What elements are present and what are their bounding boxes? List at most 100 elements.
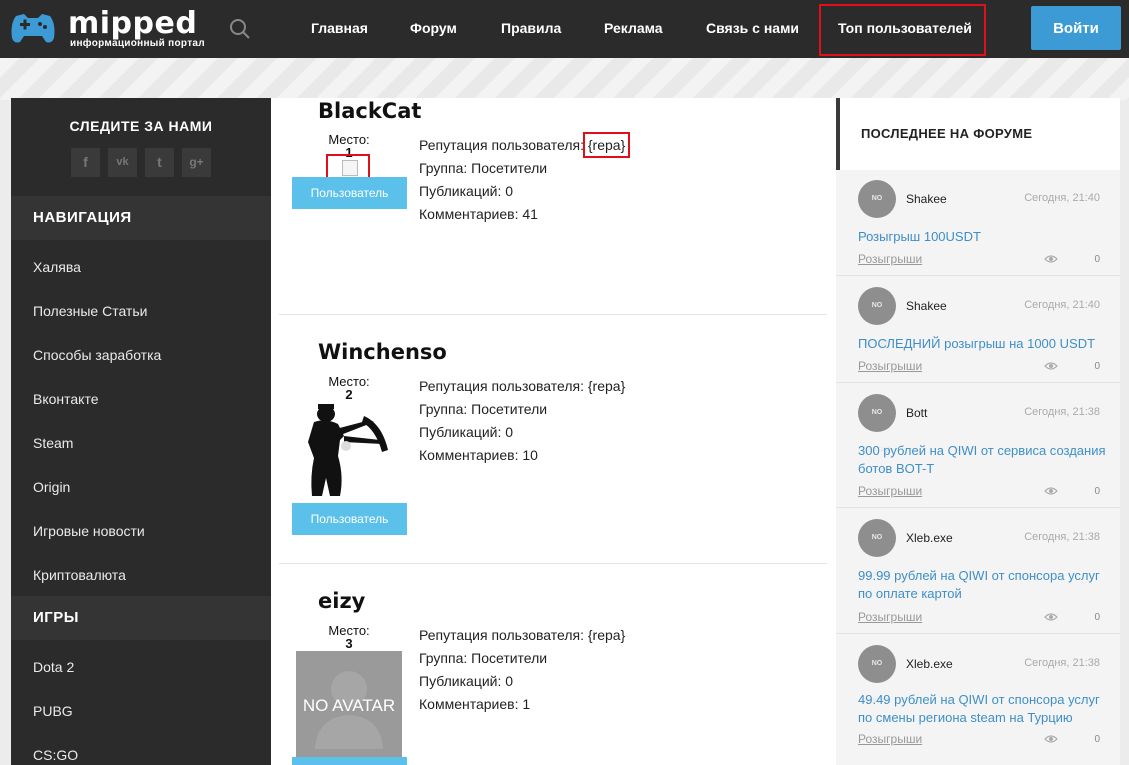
- post-author[interactable]: Shakee: [906, 192, 947, 206]
- eye-icon: [1044, 613, 1058, 621]
- sidebar-item-useful-articles[interactable]: Полезные Статьи: [33, 303, 147, 319]
- logo-text[interactable]: mipped: [68, 6, 197, 41]
- user-reputation: Репутация пользователя: {repa}: [419, 378, 626, 394]
- divider: [279, 314, 827, 315]
- sidebar-item-game-news[interactable]: Игровые новости: [33, 523, 145, 539]
- latest-forum-panel: ПОСЛЕДНЕЕ НА ФОРУМЕ NO AVATAR Shakee Сег…: [836, 98, 1120, 765]
- forum-post: NO AVATAR Shakee Сегодня, 21:40 ПОСЛЕДНИ…: [836, 277, 1120, 383]
- post-category[interactable]: Розыгрыши: [858, 610, 922, 624]
- user-name[interactable]: BlackCat: [318, 99, 421, 123]
- post-views: 0: [1094, 254, 1100, 265]
- eye-icon: [1044, 362, 1058, 370]
- post-category[interactable]: Розыгрыши: [858, 359, 922, 373]
- follow-us-title: СЛЕДИТЕ ЗА НАМИ: [69, 118, 213, 134]
- avatar[interactable]: NO AVATAR: [858, 180, 896, 240]
- post-views: 0: [1094, 734, 1100, 745]
- sidebar-item-freebies[interactable]: Халява: [33, 259, 81, 275]
- post-time: Сегодня, 21:40: [1024, 299, 1100, 311]
- post-title[interactable]: 300 рублей на QIWI от сервиса создания б…: [858, 442, 1108, 478]
- user-comments: Комментариев: 1: [419, 696, 531, 712]
- no-avatar-text: NO AVATAR: [302, 696, 396, 715]
- forum-post: NO AVATAR Xleb.exe Сегодня, 21:38 49.49 …: [836, 635, 1120, 765]
- search-icon[interactable]: [229, 18, 251, 40]
- nav-contact[interactable]: Связь с нами: [706, 20, 799, 36]
- user-group-button[interactable]: Пользователь: [292, 757, 407, 765]
- sidebar-item-steam[interactable]: Steam: [33, 435, 73, 451]
- avatar[interactable]: NO AVATAR: [858, 519, 896, 579]
- top-navbar: mipped информационный портал Главная Фор…: [0, 0, 1129, 58]
- nav-home[interactable]: Главная: [311, 20, 368, 36]
- nav-ads[interactable]: Реклама: [604, 20, 663, 36]
- no-avatar-image[interactable]: NO AVATAR: [296, 651, 402, 757]
- avatar[interactable]: NO AVATAR: [858, 287, 896, 347]
- place-number: 3: [345, 636, 353, 651]
- eye-icon: [1044, 487, 1058, 495]
- nav-forum[interactable]: Форум: [410, 20, 457, 36]
- gamepad-logo-icon[interactable]: [10, 12, 56, 46]
- post-category[interactable]: Розыгрыши: [858, 484, 922, 498]
- top-users-list: BlackCat Место: 1 Пользователь Репутация…: [271, 98, 836, 765]
- divider: [279, 563, 827, 564]
- sidebar-item-pubg[interactable]: PUBG: [33, 703, 73, 719]
- post-views: 0: [1094, 486, 1100, 497]
- latest-forum-title: ПОСЛЕДНЕЕ НА ФОРУМЕ: [861, 126, 1033, 141]
- sidebar-item-crypto[interactable]: Криптовалюта: [33, 567, 126, 583]
- highlight-box-top-users: [819, 4, 986, 56]
- eye-icon: [1044, 255, 1058, 263]
- latest-forum-header: ПОСЛЕДНЕЕ НА ФОРУМЕ: [836, 98, 1120, 170]
- games-heading: ИГРЫ: [11, 596, 271, 640]
- post-title[interactable]: 49.49 рублей на QIWI от спонсора услуг п…: [858, 691, 1108, 727]
- user-publications: Публикаций: 0: [419, 673, 514, 689]
- vk-icon[interactable]: vk: [108, 148, 137, 177]
- sidebar-item-earning[interactable]: Способы заработка: [33, 347, 161, 363]
- left-sidebar: СЛЕДИТЕ ЗА НАМИ f vk t g+ НАВИГАЦИЯ Халя…: [11, 98, 271, 765]
- user-comments: Комментариев: 41: [419, 206, 538, 222]
- sidebar-item-origin[interactable]: Origin: [33, 479, 70, 495]
- post-time: Сегодня, 21:38: [1024, 406, 1100, 418]
- avatar[interactable]: NO AVATAR: [858, 394, 896, 454]
- post-time: Сегодня, 21:38: [1024, 531, 1100, 543]
- post-author[interactable]: Xleb.exe: [906, 657, 953, 671]
- post-category[interactable]: Розыгрыши: [858, 732, 922, 746]
- forum-post: NO AVATAR Bott Сегодня, 21:38 300 рублей…: [836, 384, 1120, 508]
- twitter-icon[interactable]: t: [145, 148, 174, 177]
- user-comments: Комментариев: 10: [419, 447, 538, 463]
- post-time: Сегодня, 21:40: [1024, 192, 1100, 204]
- user-name[interactable]: Winchenso: [318, 340, 447, 364]
- forum-post: NO AVATAR Xleb.exe Сегодня, 21:38 99.99 …: [836, 509, 1120, 634]
- forum-post: NO AVATAR Shakee Сегодня, 21:40 Розыгрыш…: [836, 170, 1120, 276]
- eye-icon: [1044, 735, 1058, 743]
- facebook-icon[interactable]: f: [71, 148, 100, 177]
- post-views: 0: [1094, 361, 1100, 372]
- highlight-box-reputation: [583, 132, 630, 158]
- navigation-heading: НАВИГАЦИЯ: [11, 196, 271, 240]
- post-author[interactable]: Bott: [906, 406, 927, 420]
- nav-rules[interactable]: Правила: [501, 20, 561, 36]
- user-group-button[interactable]: Пользователь: [292, 177, 407, 209]
- google-plus-icon[interactable]: g+: [182, 148, 211, 177]
- user-reputation: Репутация пользователя: {repa}: [419, 627, 626, 643]
- post-views: 0: [1094, 612, 1100, 623]
- sidebar-item-dota2[interactable]: Dota 2: [33, 659, 74, 675]
- post-author[interactable]: Shakee: [906, 299, 947, 313]
- post-author[interactable]: Xleb.exe: [906, 531, 953, 545]
- sidebar-item-csgo[interactable]: CS:GO: [33, 747, 78, 763]
- post-title[interactable]: 99.99 рублей на QIWI от спонсора услуг п…: [858, 567, 1108, 603]
- login-button[interactable]: Войти: [1031, 6, 1121, 50]
- post-title[interactable]: Розыгрыш 100USDT: [858, 228, 1108, 246]
- post-category[interactable]: Розыгрыши: [858, 252, 922, 266]
- user-group: Группа: Посетители: [419, 401, 548, 417]
- user-group: Группа: Посетители: [419, 650, 548, 666]
- sidebar-item-vkontakte[interactable]: Вконтакте: [33, 391, 99, 407]
- background-pattern: [0, 58, 1129, 100]
- user-publications: Публикаций: 0: [419, 424, 514, 440]
- post-title[interactable]: ПОСЛЕДНИЙ розыгрыш на 1000 USDT: [858, 335, 1108, 353]
- trombone-player-avatar[interactable]: [304, 396, 394, 502]
- user-group: Группа: Посетители: [419, 160, 548, 176]
- post-time: Сегодня, 21:38: [1024, 657, 1100, 669]
- avatar[interactable]: NO AVATAR: [858, 645, 896, 705]
- user-name[interactable]: eizy: [318, 589, 365, 613]
- user-group-button[interactable]: Пользователь: [292, 503, 407, 535]
- logo-subtitle: информационный портал: [70, 38, 205, 49]
- user-publications: Публикаций: 0: [419, 183, 514, 199]
